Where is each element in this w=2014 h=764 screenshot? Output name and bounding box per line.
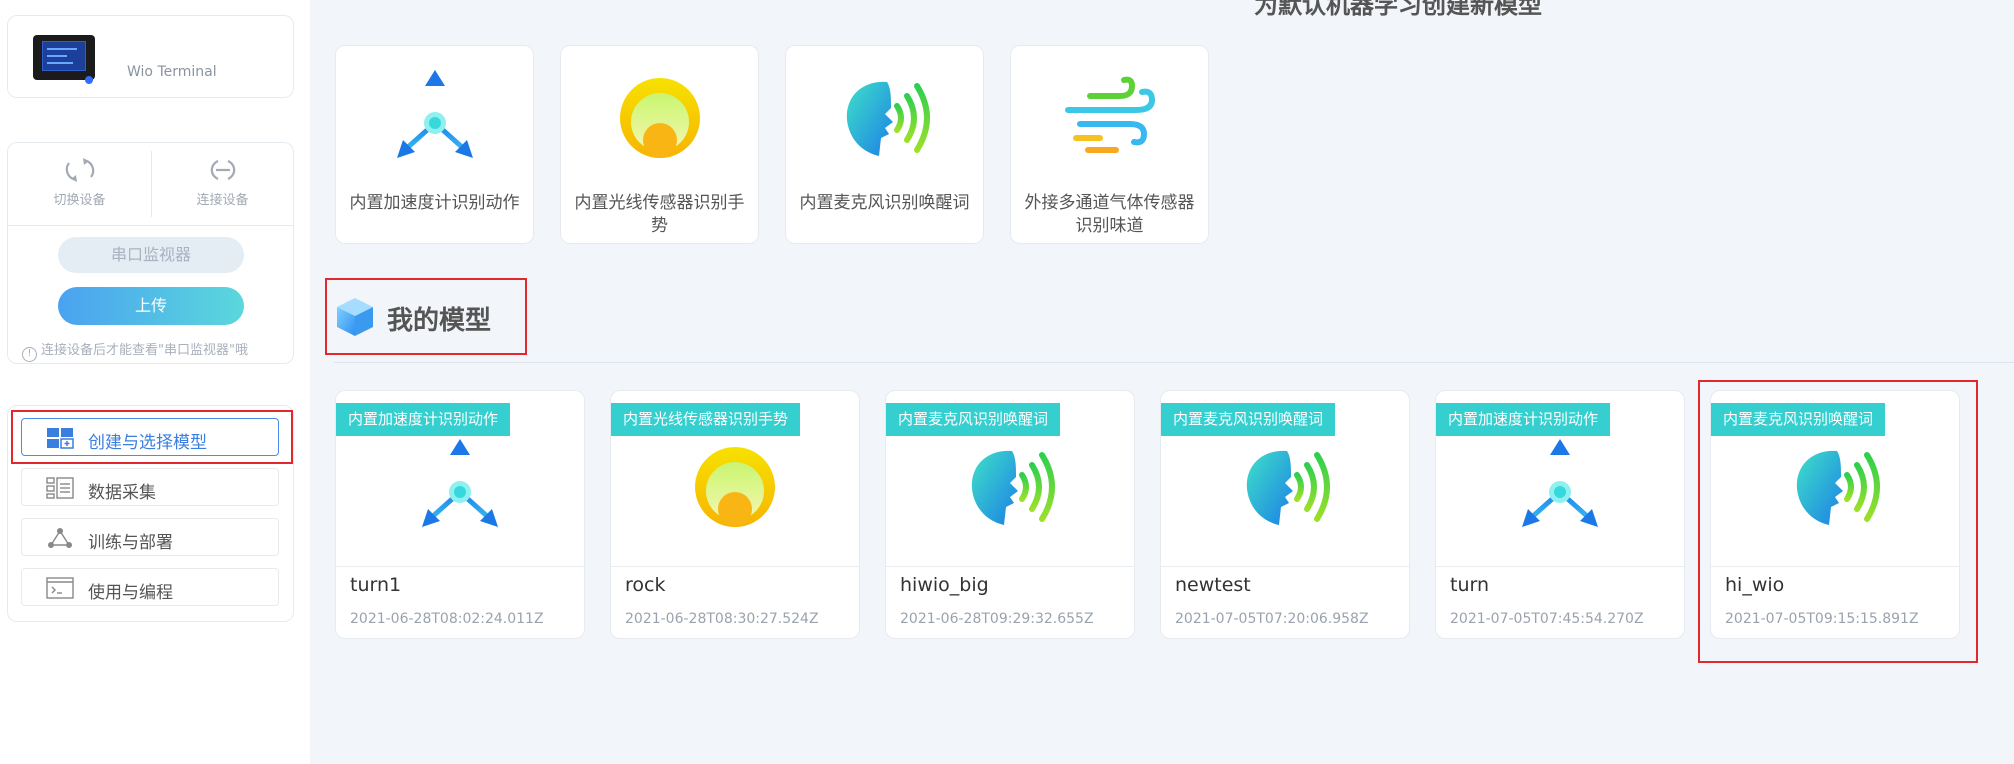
template-label: 内置加速度计识别动作 <box>349 193 520 213</box>
nav-card: 创建与选择模型 数据采集 训练与部署 使用与编程 <box>7 405 294 622</box>
upload-button[interactable]: 上传 <box>58 287 244 325</box>
model-date: 2021-06-28T08:02:24.011Z <box>350 611 544 627</box>
template-label: 内置麦克风识别唤醒词 <box>799 193 970 213</box>
accelerometer-icon <box>385 68 485 168</box>
model-card[interactable]: 内置麦克风识别唤醒词 hi_wio 2021-07-05T09:15:15.89… <box>1710 390 1960 639</box>
connection-hint-text: 连接设备后才能查看"串口监视器"哦 <box>41 343 248 358</box>
connection-hint: ! 连接设备后才能查看"串口监视器"哦 <box>22 339 248 362</box>
model-name: rock <box>625 574 666 596</box>
accelerometer-icon <box>410 437 510 537</box>
model-type-tag: 内置麦克风识别唤醒词 <box>886 403 1061 436</box>
model-date: 2021-07-05T07:45:54.270Z <box>1450 611 1644 627</box>
device-control-card: 切换设备 连接设备 串口监视器 上传 ! 连接设备后才能查看"串口监视器"哦 <box>7 142 294 364</box>
device-name: Wio Terminal <box>127 64 217 80</box>
connect-device-button[interactable]: 连接设备 <box>151 157 294 213</box>
template-label: 内置光线传感器识别手势 <box>574 193 745 236</box>
template-card-microphone[interactable]: 内置麦克风识别唤醒词 <box>785 45 984 244</box>
device-thumbnail <box>33 35 95 84</box>
device-card[interactable]: Wio Terminal <box>7 15 294 98</box>
nav-item-train-deploy[interactable]: 训练与部署 <box>21 518 279 556</box>
nav-label-train-deploy: 训练与部署 <box>88 533 173 553</box>
nav-item-data-collection[interactable]: 数据采集 <box>21 468 279 506</box>
model-type-tag: 内置光线传感器识别手势 <box>611 403 801 436</box>
nav-item-use-program[interactable]: 使用与编程 <box>21 568 279 606</box>
connect-icon <box>210 159 235 181</box>
nav-label-use-program: 使用与编程 <box>88 583 173 603</box>
model-name: hi_wio <box>1725 574 1785 596</box>
light-sensor-icon <box>610 68 710 168</box>
cube-icon <box>337 298 373 336</box>
microphone-voice-icon <box>835 68 935 168</box>
gas-sensor-icon <box>1060 76 1160 156</box>
model-name: turn1 <box>350 574 402 596</box>
nav-label-create-select-model: 创建与选择模型 <box>88 433 207 453</box>
model-type-tag: 内置麦克风识别唤醒词 <box>1711 403 1886 436</box>
serial-monitor-button[interactable]: 串口监视器 <box>58 237 244 273</box>
nav-item-create-select-model[interactable]: 创建与选择模型 <box>21 418 279 456</box>
template-label: 外接多通道气体传感器识别味道 <box>1024 193 1195 236</box>
model-date: 2021-07-05T09:15:15.891Z <box>1725 611 1919 627</box>
switch-icon <box>65 158 94 182</box>
my-models-title: 我的模型 <box>387 306 492 336</box>
switch-device-button[interactable]: 切换设备 <box>8 157 151 213</box>
model-date: 2021-06-28T08:30:27.524Z <box>625 611 819 627</box>
template-card-gas-sensor[interactable]: 外接多通道气体传感器识别味道 <box>1010 45 1209 244</box>
model-name: turn <box>1450 574 1490 596</box>
connect-device-label: 连接设备 <box>196 193 249 208</box>
model-date: 2021-07-05T07:20:06.958Z <box>1175 611 1369 627</box>
microphone-voice-icon <box>1785 437 1885 537</box>
model-card[interactable]: 内置光线传感器识别手势 rock 2021-06-28T08:30:27.524… <box>610 390 860 639</box>
template-card-accelerometer[interactable]: 内置加速度计识别动作 <box>335 45 534 244</box>
light-sensor-icon <box>685 437 785 537</box>
model-card[interactable]: 内置麦克风识别唤醒词 newtest 2021-07-05T07:20:06.9… <box>1160 390 1410 639</box>
switch-device-label: 切换设备 <box>53 193 106 208</box>
model-type-tag: 内置加速度计识别动作 <box>336 403 511 436</box>
model-name: newtest <box>1175 574 1251 596</box>
section-divider <box>334 362 2014 363</box>
terminal-icon <box>46 577 74 599</box>
model-date: 2021-06-28T09:29:32.655Z <box>900 611 1094 627</box>
page-title: 为默认机器学习创建新模型 <box>1254 0 1542 19</box>
grid-add-icon <box>47 428 74 449</box>
model-name: hiwio_big <box>900 574 989 596</box>
sidebar: Wio Terminal 切换设备 连接设备 串口监视器 上传 ! 连接设备后才能… <box>0 0 310 764</box>
model-card[interactable]: 内置麦克风识别唤醒词 hiwio_big 2021-06-28T09:29:32… <box>885 390 1135 639</box>
info-icon: ! <box>22 347 37 362</box>
model-type-tag: 内置加速度计识别动作 <box>1436 403 1611 436</box>
list-icon <box>46 477 74 499</box>
model-type-tag: 内置麦克风识别唤醒词 <box>1161 403 1336 436</box>
nav-label-data-collection: 数据采集 <box>88 483 156 503</box>
template-card-light-sensor[interactable]: 内置光线传感器识别手势 <box>560 45 759 244</box>
accelerometer-icon <box>1510 437 1610 537</box>
model-card[interactable]: 内置加速度计识别动作 turn1 2021-06-28T08:02:24.011… <box>335 390 585 639</box>
network-icon <box>48 528 72 548</box>
model-card[interactable]: 内置加速度计识别动作 turn 2021-07-05T07:45:54.270Z <box>1435 390 1685 639</box>
microphone-voice-icon <box>960 437 1060 537</box>
microphone-voice-icon <box>1235 437 1335 537</box>
